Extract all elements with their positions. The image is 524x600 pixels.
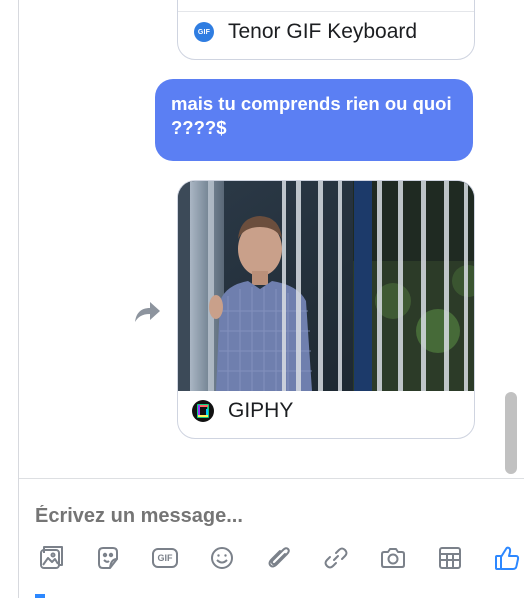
gif-source-label: GIPHY [228, 399, 294, 422]
gif-source-footer[interactable]: GIPHY [192, 399, 293, 423]
gif-source-footer[interactable]: GIF Tenor GIF Keyboard [194, 20, 417, 44]
attachment-icon[interactable] [261, 541, 297, 575]
composer-toolbar: GIF [33, 541, 524, 575]
table-icon[interactable] [432, 541, 468, 575]
link-icon[interactable] [318, 541, 354, 575]
sticker-icon[interactable] [90, 541, 126, 575]
photo-icon[interactable] [33, 541, 69, 575]
camera-icon[interactable] [375, 541, 411, 575]
outgoing-message-bubble[interactable]: mais tu comprends rien ou quoi ????$ [155, 79, 473, 161]
message-composer: GIF [19, 478, 524, 598]
gif-icon[interactable]: GIF [147, 541, 183, 575]
message-list[interactable]: GIF Tenor GIF Keyboard mais tu comprends… [19, 0, 524, 478]
focus-indicator [35, 594, 45, 598]
gif-attachment-card[interactable]: GIPHY [177, 180, 475, 439]
gif-image[interactable] [178, 181, 474, 391]
gif-source-label: Tenor GIF Keyboard [228, 20, 418, 43]
message-input[interactable] [35, 505, 455, 528]
tenor-logo-icon: GIF [194, 22, 214, 42]
scrollbar-thumb[interactable] [505, 392, 517, 474]
like-icon[interactable] [489, 541, 524, 575]
gif-button-text: GIF [152, 548, 178, 568]
forward-icon[interactable] [132, 300, 162, 326]
emoji-icon[interactable] [204, 541, 240, 575]
chat-panel: GIF Tenor GIF Keyboard mais tu comprends… [18, 0, 524, 598]
divider [178, 11, 474, 12]
gif-attachment-card[interactable]: GIF Tenor GIF Keyboard [177, 0, 475, 60]
giphy-logo-icon [192, 400, 214, 422]
